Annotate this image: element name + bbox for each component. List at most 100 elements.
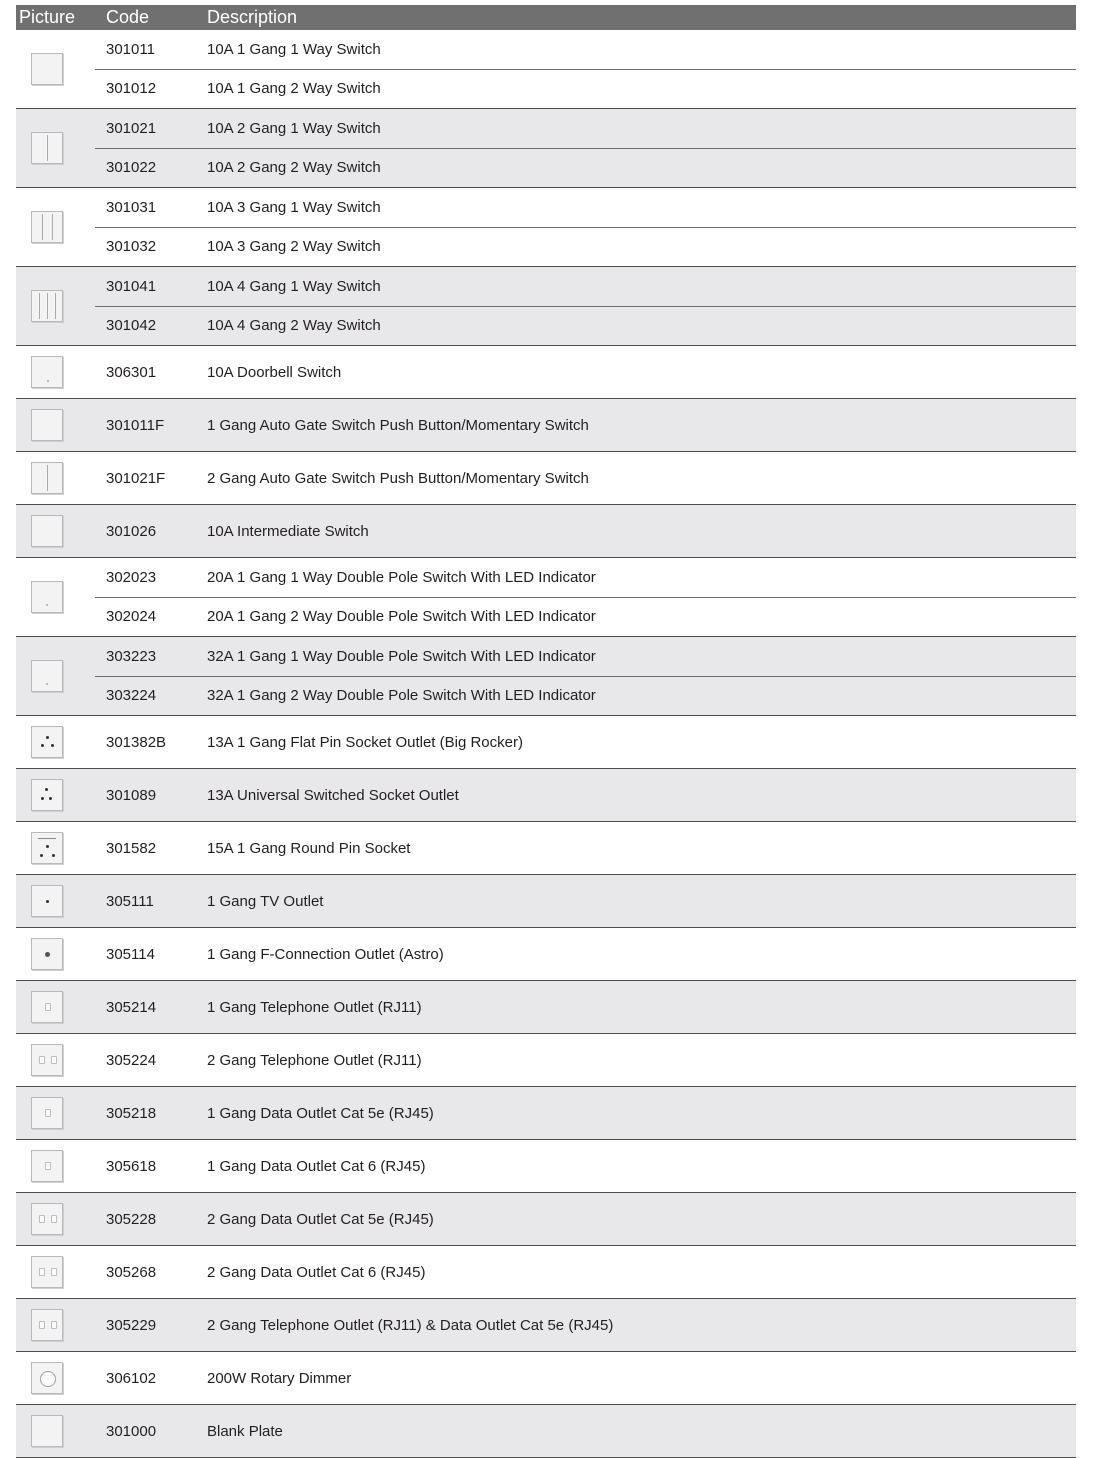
product-group: 303223 32A 1 Gang 1 Way Double Pole Switc…: [16, 637, 1076, 715]
data-outlet-2-gang-icon: [31, 1203, 63, 1235]
product-description: 13A Universal Switched Socket Outlet: [207, 786, 459, 804]
data-outlet-2-gang-icon: [31, 1256, 63, 1288]
table-row: 301042 10A 4 Gang 2 Way Switch: [16, 306, 1076, 345]
product-code: 301022: [106, 159, 157, 176]
product-group: 305114 1 Gang F-Connection Outlet (Astro): [16, 928, 1076, 980]
product-description: 2 Gang Telephone Outlet (RJ11): [207, 1051, 422, 1069]
product-group: 305218 1 Gang Data Outlet Cat 5e (RJ45): [16, 1087, 1076, 1139]
product-code: 305618: [106, 1157, 157, 1175]
table-header: Picture Code Description: [16, 5, 1076, 30]
product-group: 301021 10A 2 Gang 1 Way Switch 301022 10A 2…: [16, 109, 1076, 187]
double-pole-switch-icon: [31, 581, 63, 613]
product-description: 10A 2 Gang 2 Way Switch: [207, 159, 381, 176]
product-group: 306301 10A Doorbell Switch: [16, 346, 1076, 398]
product-code: 301041: [106, 278, 157, 295]
product-group: 301011 10A 1 Gang 1 Way Switch 301012 10A 1…: [16, 30, 1076, 108]
table-row: 305214 1 Gang Telephone Outlet (RJ11): [16, 981, 1076, 1033]
header-picture: Picture: [19, 7, 76, 27]
product-group: 301089 13A Universal Switched Socket Outl…: [16, 769, 1076, 821]
product-code: 301011F: [106, 416, 165, 434]
product-code: 301011: [106, 41, 155, 58]
product-code: 302024: [106, 608, 157, 625]
product-group: 305111 1 Gang TV Outlet: [16, 875, 1076, 927]
header-code: Code: [106, 7, 150, 27]
product-group: 305229 2 Gang Telephone Outlet (RJ11) & D…: [16, 1299, 1076, 1351]
table-row: 301011 10A 1 Gang 1 Way Switch: [16, 30, 1076, 69]
table-row: 305228 2 Gang Data Outlet Cat 5e (RJ45): [16, 1193, 1076, 1245]
product-code: 305218: [106, 1104, 157, 1122]
product-group: 305228 2 Gang Data Outlet Cat 5e (RJ45): [16, 1193, 1076, 1245]
product-code: 306102: [106, 1369, 157, 1387]
product-description: 10A 1 Gang 1 Way Switch: [207, 41, 381, 58]
product-description: 10A 4 Gang 2 Way Switch: [207, 317, 381, 334]
telephone-outlet-2-gang-icon: [31, 1044, 63, 1076]
product-code: 303224: [106, 687, 157, 704]
product-code: 305214: [106, 998, 157, 1016]
product-description: 1 Gang Auto Gate Switch Push Button/Mome…: [207, 416, 589, 434]
product-group: 301011F 1 Gang Auto Gate Switch Push Butt…: [16, 399, 1076, 451]
product-description: 1 Gang Data Outlet Cat 6 (RJ45): [207, 1157, 426, 1175]
header-description: Description: [207, 7, 298, 27]
product-group: 305618 1 Gang Data Outlet Cat 6 (RJ45): [16, 1140, 1076, 1192]
telephone-outlet-1-gang-icon: [31, 991, 63, 1023]
flat-pin-socket-icon: [31, 726, 63, 758]
table-row: 301022 10A 2 Gang 2 Way Switch: [16, 148, 1076, 187]
product-code: 301021F: [106, 469, 166, 487]
switch-2-gang-icon: [31, 462, 63, 494]
product-table: Picture Code Description 301011 10A 1 Gan…: [16, 5, 1076, 1458]
product-description: 15A 1 Gang Round Pin Socket: [207, 839, 411, 857]
table-row: 301041 10A 4 Gang 1 Way Switch: [16, 267, 1076, 306]
product-description: 10A 2 Gang 1 Way Switch: [207, 120, 381, 137]
switch-2-gang-icon: [31, 132, 63, 164]
product-description: Blank Plate: [207, 1422, 283, 1440]
product-code: 301032: [106, 238, 157, 255]
table-row: 301031 10A 3 Gang 1 Way Switch: [16, 188, 1076, 227]
product-code: 305114: [106, 945, 155, 963]
table-row: 301382B 13A 1 Gang Flat Pin Socket Outlet…: [16, 716, 1076, 768]
table-row: 306102 200W Rotary Dimmer: [16, 1352, 1076, 1404]
product-group: 301582 15A 1 Gang Round Pin Socket: [16, 822, 1076, 874]
data-outlet-1-gang-icon: [31, 1150, 63, 1182]
product-code: 303223: [106, 648, 157, 665]
table-row: 305218 1 Gang Data Outlet Cat 5e (RJ45): [16, 1087, 1076, 1139]
double-pole-switch-icon: [31, 660, 63, 692]
product-code: 305268: [106, 1263, 157, 1281]
product-group: 306102 200W Rotary Dimmer: [16, 1352, 1076, 1404]
product-description: 1 Gang TV Outlet: [207, 892, 324, 910]
table-row: 305618 1 Gang Data Outlet Cat 6 (RJ45): [16, 1140, 1076, 1192]
table-row: 301032 10A 3 Gang 2 Way Switch: [16, 227, 1076, 266]
product-description: 2 Gang Auto Gate Switch Push Button/Mome…: [207, 469, 589, 487]
product-group: 301026 10A Intermediate Switch: [16, 505, 1076, 557]
blank-plate-icon: [31, 1415, 63, 1447]
product-description: 32A 1 Gang 2 Way Double Pole Switch With…: [207, 687, 596, 704]
table-row: 302024 20A 1 Gang 2 Way Double Pole Switc…: [16, 597, 1076, 636]
table-body: 301011 10A 1 Gang 1 Way Switch 301012 10A 1…: [16, 30, 1076, 1458]
round-pin-socket-icon: [31, 832, 63, 864]
table-row: 301021 10A 2 Gang 1 Way Switch: [16, 109, 1076, 148]
product-code: 302023: [106, 569, 157, 586]
product-description: 10A 4 Gang 1 Way Switch: [207, 278, 381, 295]
switch-1-gang-icon: [31, 409, 63, 441]
product-description: 1 Gang Data Outlet Cat 5e (RJ45): [207, 1104, 434, 1122]
product-description: 2 Gang Telephone Outlet (RJ11) & Data Ou…: [207, 1316, 614, 1334]
product-group: 305268 2 Gang Data Outlet Cat 6 (RJ45): [16, 1246, 1076, 1298]
switch-4-gang-icon: [31, 290, 63, 322]
product-group: 301382B 13A 1 Gang Flat Pin Socket Outlet…: [16, 716, 1076, 768]
product-description: 10A 3 Gang 1 Way Switch: [207, 199, 381, 216]
product-group: 302023 20A 1 Gang 1 Way Double Pole Switc…: [16, 558, 1076, 636]
table-row: 305268 2 Gang Data Outlet Cat 6 (RJ45): [16, 1246, 1076, 1298]
product-description: 2 Gang Data Outlet Cat 5e (RJ45): [207, 1210, 434, 1228]
table-row: 303224 32A 1 Gang 2 Way Double Pole Switc…: [16, 676, 1076, 715]
universal-socket-icon: [31, 779, 63, 811]
switch-1-gang-icon: [31, 515, 63, 547]
product-code: 301026: [106, 522, 157, 540]
table-row: 305111 1 Gang TV Outlet: [16, 875, 1076, 927]
table-row: 306301 10A Doorbell Switch: [16, 346, 1076, 398]
table-row: 301000 Blank Plate: [16, 1405, 1076, 1457]
product-code: 301582: [106, 839, 157, 857]
product-group: 301000 Blank Plate: [16, 1405, 1076, 1457]
product-description: 1 Gang Telephone Outlet (RJ11): [207, 998, 422, 1016]
product-description: 200W Rotary Dimmer: [207, 1369, 352, 1387]
product-code: 305229: [106, 1316, 157, 1334]
data-outlet-1-gang-icon: [31, 1097, 63, 1129]
